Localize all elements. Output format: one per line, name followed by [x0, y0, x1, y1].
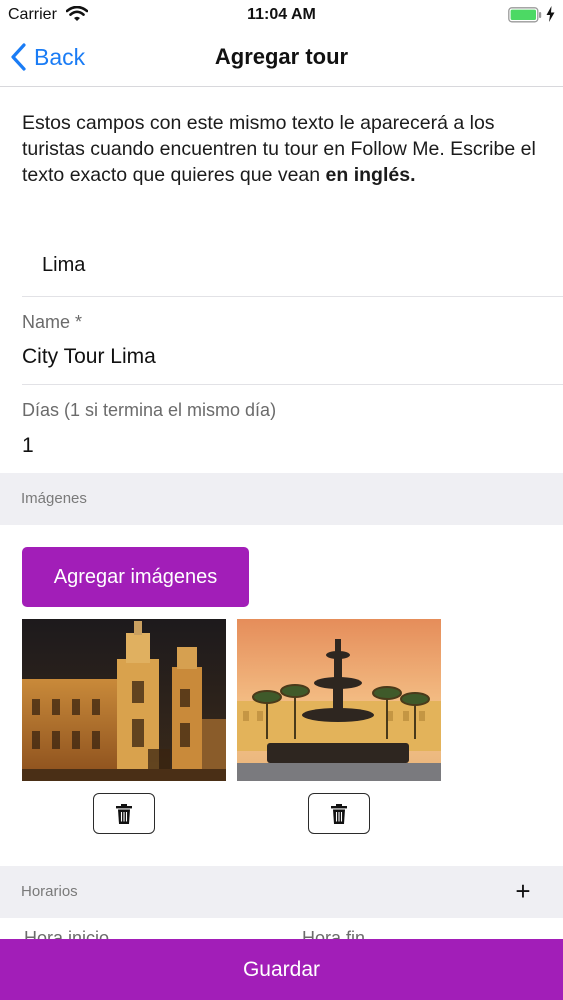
intro-body: Estos campos con este mismo texto le apa…	[22, 112, 536, 186]
days-input[interactable]: 1	[22, 434, 34, 458]
trash-icon	[116, 803, 132, 824]
add-images-button[interactable]: Agregar imágenes	[22, 547, 249, 607]
intro-text: Estos campos con este mismo texto le apa…	[22, 110, 542, 188]
intro-bold: en inglés.	[325, 164, 416, 186]
charging-icon	[546, 6, 555, 27]
fountain-photo	[237, 619, 441, 781]
delete-image-button[interactable]	[93, 793, 155, 834]
name-label: Name *	[22, 312, 83, 332]
images-section-header: Imágenes	[0, 473, 563, 525]
trash-icon	[331, 803, 347, 824]
status-bar: Carrier 11:04 AM	[0, 0, 563, 30]
battery-icon	[508, 7, 542, 28]
schedule-section-header: Horarios +	[0, 866, 563, 918]
page-title: Agregar tour	[214, 44, 349, 69]
images-section-label: Imágenes	[21, 490, 87, 507]
cathedral-photo	[22, 619, 226, 781]
divider	[22, 296, 563, 297]
city-value[interactable]: Lima	[42, 254, 85, 277]
save-button[interactable]: Guardar	[0, 939, 563, 1000]
days-label: Días (1 si termina el mismo día)	[22, 400, 277, 420]
navigation-bar: Back Agregar tour	[0, 30, 563, 87]
status-time: 11:04 AM	[247, 6, 316, 23]
divider	[22, 384, 563, 385]
add-schedule-icon[interactable]: +	[510, 876, 536, 906]
delete-image-button[interactable]	[308, 793, 370, 834]
name-input[interactable]: City Tour Lima	[22, 345, 156, 369]
schedule-section-label: Horarios	[21, 883, 78, 900]
